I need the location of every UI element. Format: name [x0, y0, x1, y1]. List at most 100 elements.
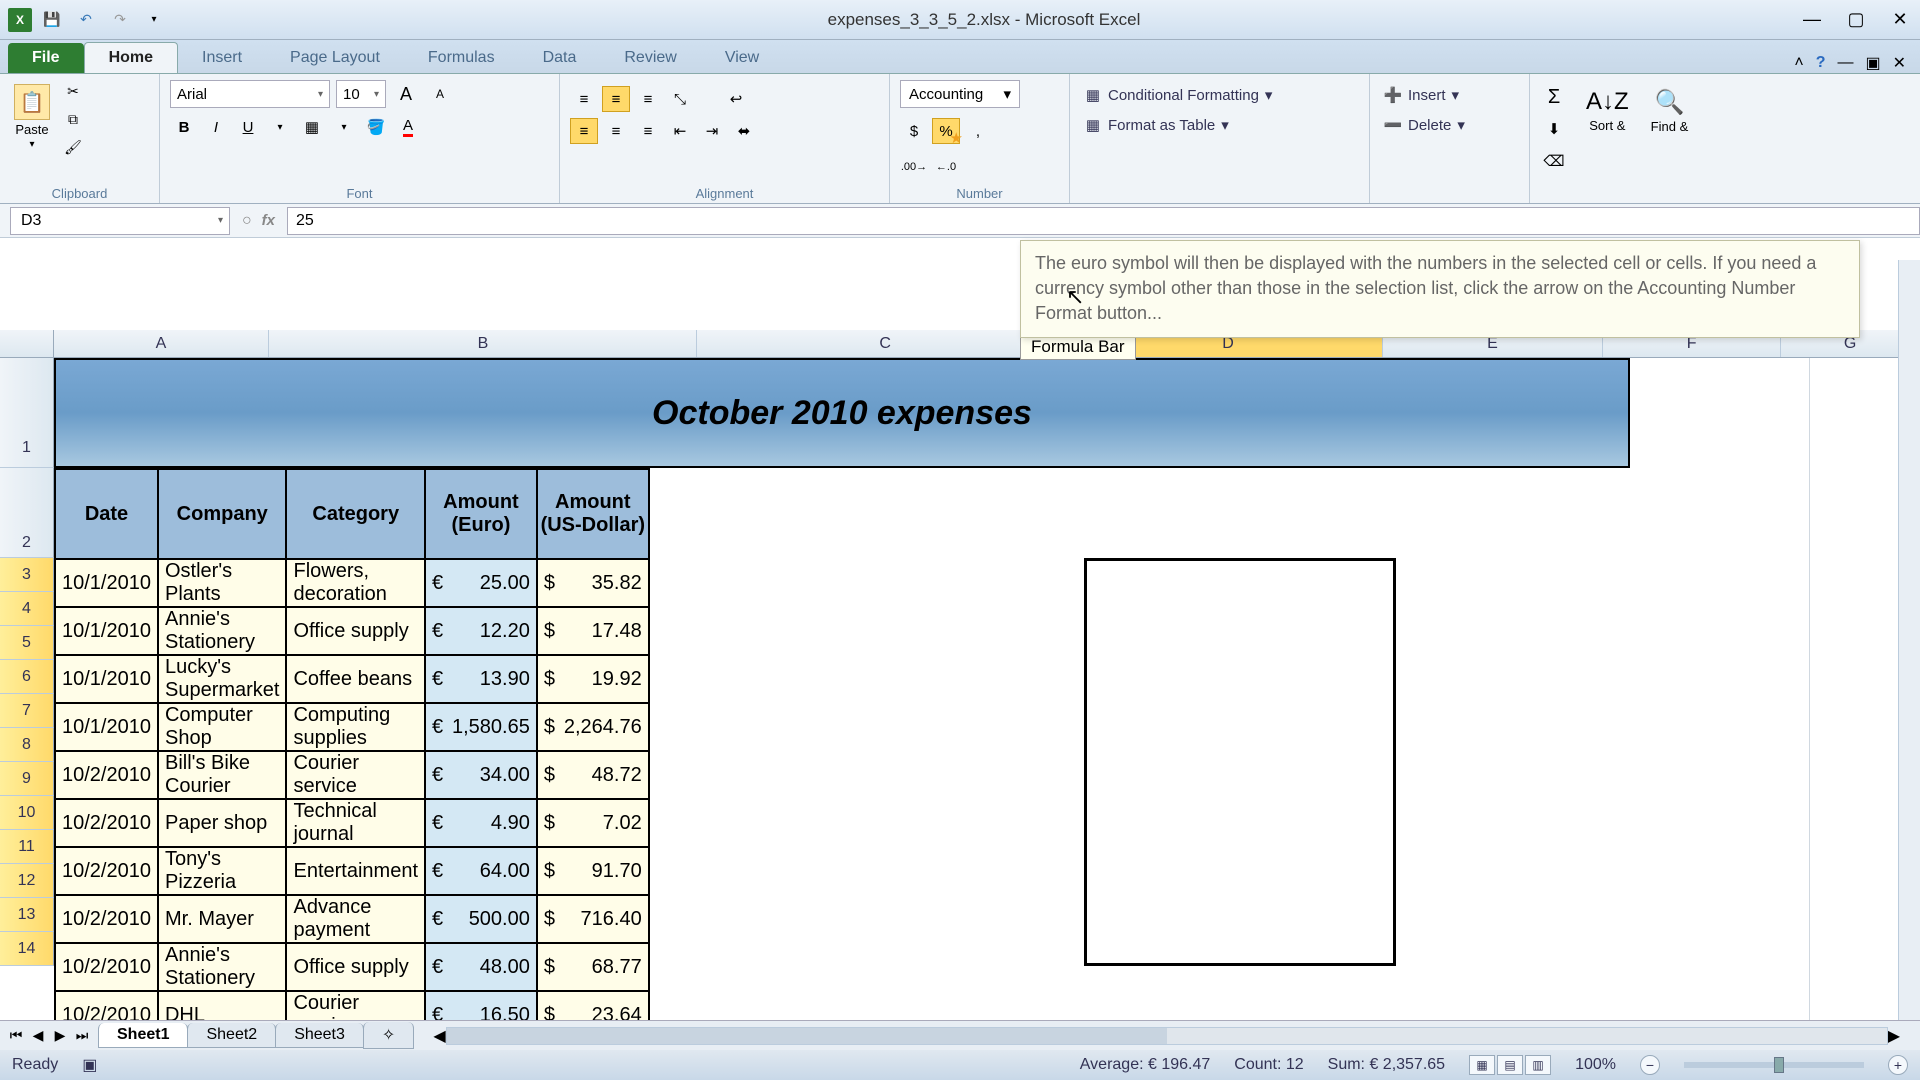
- tab-formulas[interactable]: Formulas: [404, 43, 519, 73]
- cell-date[interactable]: 10/2/2010: [55, 943, 158, 991]
- paste-button[interactable]: 📋 Paste ▾: [10, 80, 54, 154]
- tab-nav-last-icon[interactable]: ⏭: [72, 1027, 92, 1044]
- formula-bar-input[interactable]: 25: [287, 207, 1920, 235]
- align-left-icon[interactable]: ≡: [570, 118, 598, 144]
- insert-cells-button[interactable]: ➕Insert ▾: [1380, 84, 1519, 106]
- cell-date[interactable]: 10/1/2010: [55, 655, 158, 703]
- close-button[interactable]: ✕: [1888, 9, 1912, 30]
- row-header-4[interactable]: 4: [0, 592, 54, 626]
- vertical-scrollbar[interactable]: [1898, 260, 1920, 1020]
- bold-button[interactable]: B: [170, 114, 198, 140]
- tab-nav-prev-icon[interactable]: ◀: [28, 1027, 48, 1044]
- view-page-layout-icon[interactable]: ▤: [1497, 1055, 1523, 1075]
- help-icon[interactable]: ?: [1816, 54, 1826, 72]
- cell-euro[interactable]: €48.00: [425, 943, 537, 991]
- cell-company[interactable]: Computer Shop: [158, 703, 287, 751]
- align-top-icon[interactable]: ≡: [570, 86, 598, 112]
- cell-date[interactable]: 10/1/2010: [55, 559, 158, 607]
- cell-date[interactable]: 10/2/2010: [55, 991, 158, 1020]
- new-sheet-button[interactable]: ✧: [363, 1022, 414, 1049]
- tab-data[interactable]: Data: [519, 43, 601, 73]
- row-header-1[interactable]: 1: [0, 358, 54, 468]
- name-box[interactable]: D3▾: [10, 207, 230, 235]
- cell-date[interactable]: 10/2/2010: [55, 895, 158, 943]
- cell-euro[interactable]: €13.90: [425, 655, 537, 703]
- minimize-button[interactable]: —: [1800, 9, 1824, 30]
- fill-color-button[interactable]: 🪣: [362, 114, 390, 140]
- view-page-break-icon[interactable]: ▥: [1525, 1055, 1551, 1075]
- cell-euro[interactable]: €64.00: [425, 847, 537, 895]
- hscroll-left-icon[interactable]: ◀: [433, 1026, 445, 1046]
- cell-category[interactable]: Courier service: [286, 751, 425, 799]
- border-dropdown-icon[interactable]: ▾: [330, 114, 358, 140]
- accounting-format-icon[interactable]: $: [900, 118, 928, 144]
- cell-category[interactable]: Technical journal: [286, 799, 425, 847]
- fx-icon[interactable]: fx: [262, 212, 275, 230]
- minimize-ribbon-icon[interactable]: ˄: [1794, 54, 1803, 72]
- excel-icon[interactable]: X: [8, 8, 32, 32]
- header-usd[interactable]: Amount (US-Dollar): [537, 469, 649, 559]
- copy-icon[interactable]: ⧉: [60, 108, 86, 130]
- clear-icon[interactable]: ⌫: [1540, 148, 1568, 174]
- underline-dropdown-icon[interactable]: ▾: [266, 114, 294, 140]
- cell-company[interactable]: DHL: [158, 991, 287, 1020]
- select-all-corner[interactable]: [0, 330, 54, 357]
- row-header-2[interactable]: 2: [0, 468, 54, 558]
- row-header-5[interactable]: 5: [0, 626, 54, 660]
- cell-date[interactable]: 10/2/2010: [55, 799, 158, 847]
- format-as-table-button[interactable]: ▦Format as Table ▾: [1080, 114, 1359, 136]
- cell-category[interactable]: Flowers, decoration: [286, 559, 425, 607]
- orientation-icon[interactable]: ⤡: [666, 86, 694, 112]
- cell-euro[interactable]: €500.00: [425, 895, 537, 943]
- cell-usd[interactable]: $7.02: [537, 799, 649, 847]
- decrease-decimal-icon[interactable]: ←.0: [932, 154, 960, 180]
- sheet-tab-2[interactable]: Sheet2: [187, 1023, 276, 1048]
- increase-decimal-icon[interactable]: .00→: [900, 154, 928, 180]
- cell-euro[interactable]: €1,580.65: [425, 703, 537, 751]
- font-name-combo[interactable]: Arial▾: [170, 80, 330, 108]
- row-header-3[interactable]: 3: [0, 558, 54, 592]
- tab-page-layout[interactable]: Page Layout: [266, 43, 404, 73]
- cell-usd[interactable]: $17.48: [537, 607, 649, 655]
- header-company[interactable]: Company: [158, 469, 287, 559]
- cell-category[interactable]: Advance payment: [286, 895, 425, 943]
- cell-euro[interactable]: €25.00: [425, 559, 537, 607]
- header-euro[interactable]: Amount (Euro): [425, 469, 537, 559]
- cell-company[interactable]: Annie's Stationery: [158, 607, 287, 655]
- delete-cells-button[interactable]: ➖Delete ▾: [1380, 114, 1519, 136]
- decrease-indent-icon[interactable]: ⇤: [666, 118, 694, 144]
- cell-category[interactable]: Computing supplies: [286, 703, 425, 751]
- cell-usd[interactable]: $716.40: [537, 895, 649, 943]
- border-button[interactable]: ▦: [298, 114, 326, 140]
- align-middle-icon[interactable]: ≡: [602, 86, 630, 112]
- font-color-button[interactable]: A: [394, 114, 422, 140]
- cell-company[interactable]: Annie's Stationery: [158, 943, 287, 991]
- zoom-level[interactable]: 100%: [1575, 1056, 1616, 1074]
- cell-usd[interactable]: $23.64: [537, 991, 649, 1020]
- align-bottom-icon[interactable]: ≡: [634, 86, 662, 112]
- cell-category[interactable]: Coffee beans: [286, 655, 425, 703]
- underline-button[interactable]: U: [234, 114, 262, 140]
- font-size-combo[interactable]: 10▾: [336, 80, 386, 108]
- zoom-slider[interactable]: [1684, 1062, 1864, 1068]
- cut-icon[interactable]: ✂: [60, 80, 86, 102]
- cell-category[interactable]: Office supply: [286, 943, 425, 991]
- cell-date[interactable]: 10/1/2010: [55, 703, 158, 751]
- cancel-formula-icon[interactable]: ○: [242, 212, 252, 230]
- sheet-tab-3[interactable]: Sheet3: [275, 1023, 364, 1048]
- col-header-A[interactable]: A: [54, 330, 270, 357]
- save-icon[interactable]: 💾: [38, 8, 66, 32]
- comma-format-icon[interactable]: ,: [964, 118, 992, 144]
- shrink-font-icon[interactable]: A: [426, 81, 454, 107]
- fill-icon[interactable]: ⬇: [1540, 116, 1568, 142]
- cell-company[interactable]: Tony's Pizzeria: [158, 847, 287, 895]
- zoom-in-button[interactable]: +: [1888, 1055, 1908, 1075]
- row-header-9[interactable]: 9: [0, 762, 54, 796]
- cell-euro[interactable]: €34.00: [425, 751, 537, 799]
- tab-insert[interactable]: Insert: [178, 43, 266, 73]
- row-header-6[interactable]: 6: [0, 660, 54, 694]
- worksheet-grid[interactable]: A B C D E F G 1 2 3 4 5 6 7 8 9 10 11 12…: [0, 330, 1920, 1020]
- cell-euro[interactable]: €16.50: [425, 991, 537, 1020]
- row-header-13[interactable]: 13: [0, 898, 54, 932]
- percent-format-icon[interactable]: % ★: [932, 118, 960, 144]
